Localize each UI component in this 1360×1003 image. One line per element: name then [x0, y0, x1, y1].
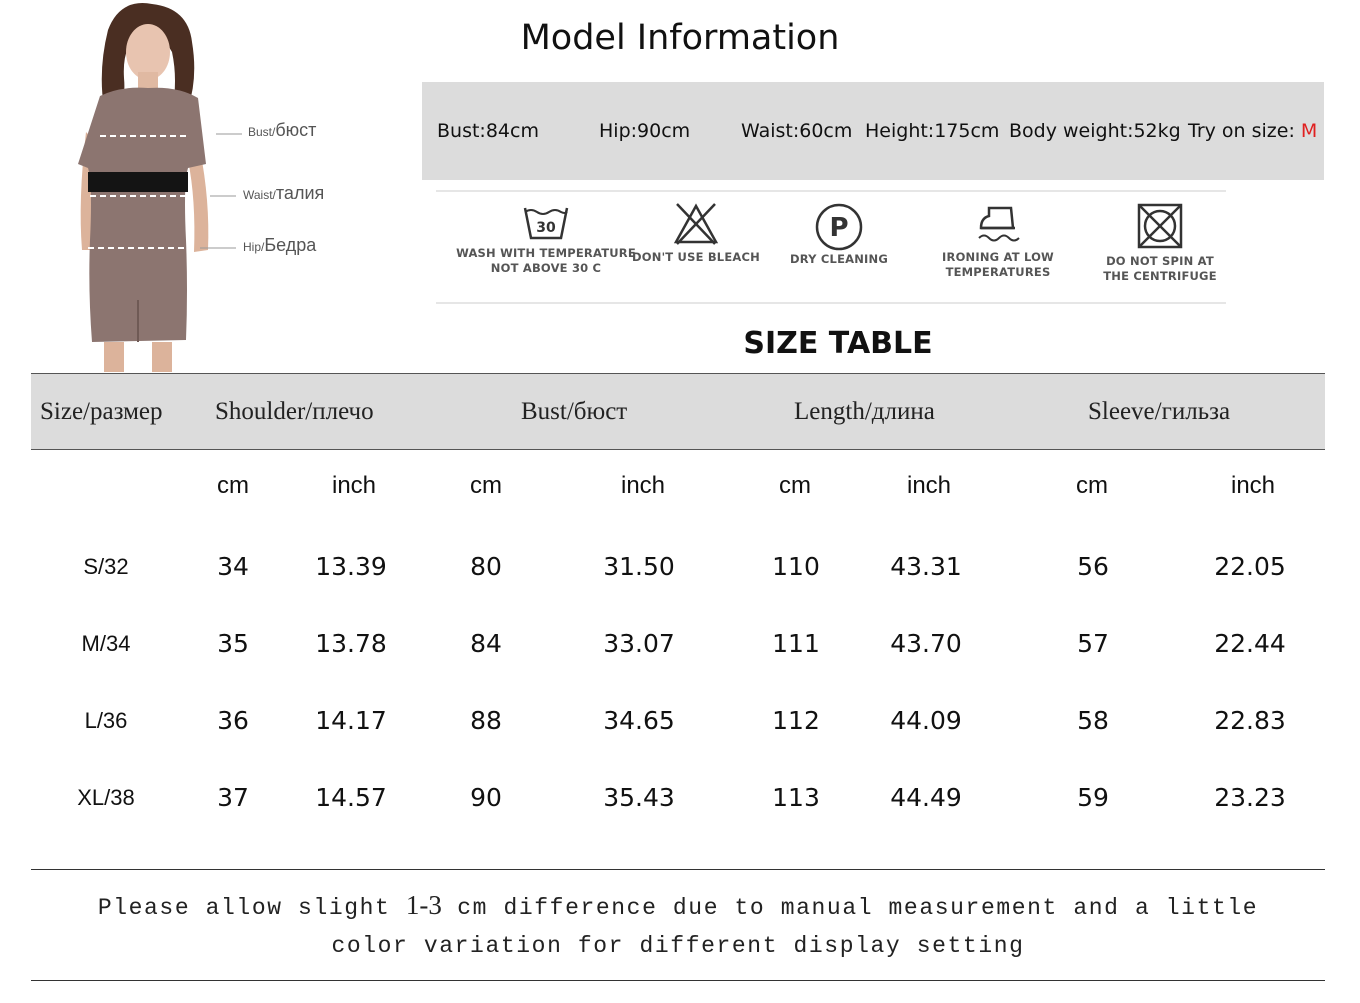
- table-row: L/36 36 14.17 88 34.65 112 44.09 58 22.8…: [31, 706, 1325, 746]
- unit-length-inch: inch: [906, 472, 952, 499]
- bust-label: Bust/бюст: [248, 120, 317, 140]
- cell: 22.05: [1214, 552, 1286, 581]
- care-iron: IRONING AT LOW TEMPERATURES: [933, 202, 1063, 280]
- header-size: Size/размер: [40, 398, 163, 425]
- care-dry-line1: DRY CLEANING: [790, 252, 888, 266]
- no-bleach-icon: [673, 203, 719, 245]
- measurement-note: Please allow slight 1-3 cm difference du…: [31, 886, 1325, 965]
- note-text-start: Please allow slight: [97, 895, 406, 921]
- care-wash-line1: WASH WITH TEMPERATURE: [456, 246, 636, 260]
- info-try-size: Try on size: M: [1188, 120, 1317, 142]
- cell: 31.50: [603, 552, 675, 581]
- cell: 43.31: [890, 552, 962, 581]
- cell: 43.70: [890, 629, 962, 658]
- waist-label: Waist/талия: [243, 183, 325, 203]
- model-figure: Bust/бюст Waist/талия Hip/Бедра: [60, 0, 350, 372]
- care-instructions: 30 WASH WITH TEMPERATURE NOT ABOVE 30 C D…: [436, 190, 1226, 304]
- cell-size: L/36: [84, 708, 128, 733]
- info-waist: Waist:60cm: [741, 120, 853, 142]
- cell: 35.43: [603, 783, 675, 812]
- cell: 56: [1077, 552, 1109, 581]
- wash-temp-number: 30: [536, 220, 556, 236]
- size-table-title: SIZE TABLE: [743, 326, 933, 361]
- unit-shoulder-inch: inch: [331, 472, 377, 499]
- unit-sleeve-inch: inch: [1230, 472, 1276, 499]
- care-dry: P DRY CLEANING: [781, 202, 897, 267]
- cell: 58: [1077, 706, 1109, 735]
- note-text-end: cm difference due to manual measurement …: [441, 895, 1259, 921]
- cell: 90: [470, 783, 502, 812]
- note-range: 1-3: [405, 890, 442, 920]
- unit-length-cm: cm: [779, 472, 811, 499]
- cell: 110: [772, 552, 820, 581]
- table-row: S/32 34 13.39 80 31.50 110 43.31 56 22.0…: [31, 552, 1325, 592]
- table-row: XL/38 37 14.57 90 35.43 113 44.49 59 23.…: [31, 783, 1325, 823]
- info-weight: Body weight:52kg: [1009, 120, 1181, 142]
- try-size-value: M: [1300, 120, 1318, 142]
- try-size-label: Try on size:: [1188, 120, 1301, 142]
- cell: 84: [470, 629, 502, 658]
- unit-bust-cm: cm: [470, 472, 502, 499]
- care-spin-line2: THE CENTRIFUGE: [1103, 269, 1217, 283]
- info-height: Height:175cm: [865, 120, 1000, 142]
- cell: 59: [1077, 783, 1109, 812]
- care-iron-line1: IRONING AT LOW: [942, 250, 1054, 264]
- cell-size: XL/38: [77, 785, 135, 810]
- table-row: M/34 35 13.78 84 33.07 111 43.70 57 22.4…: [31, 629, 1325, 669]
- care-bleach-line1: DON'T USE BLEACH: [632, 250, 760, 264]
- care-wash: 30 WASH WITH TEMPERATURE NOT ABOVE 30 C: [446, 202, 646, 276]
- note-divider-top: [31, 869, 1325, 870]
- cell: 14.57: [315, 783, 387, 812]
- unit-sleeve-cm: cm: [1076, 472, 1108, 499]
- cell: 57: [1077, 629, 1109, 658]
- care-wash-line2: NOT ABOVE 30 C: [490, 261, 602, 275]
- cell: 22.83: [1214, 706, 1286, 735]
- page-title: Model Information: [520, 18, 840, 58]
- care-bleach: DON'T USE BLEACH: [626, 202, 766, 265]
- model-info-bar: Bust:84cm Hip:90cm Waist:60cm Height:175…: [422, 82, 1324, 180]
- hip-label: Hip/Бедра: [243, 235, 317, 255]
- size-table-header: Size/размер Shoulder/плечо Bust/бюст Len…: [31, 373, 1325, 450]
- cell: 13.39: [315, 552, 387, 581]
- note-text-line2: color variation for different display se…: [331, 933, 1025, 959]
- care-spin: DO NOT SPIN AT THE CENTRIFUGE: [1100, 202, 1220, 284]
- cell: 34.65: [603, 706, 675, 735]
- cell: 80: [470, 552, 502, 581]
- no-tumble-dry-icon: [1137, 203, 1183, 249]
- header-sleeve: Sleeve/гильза: [1088, 398, 1231, 425]
- care-iron-line2: TEMPERATURES: [945, 265, 1051, 279]
- cell: 112: [772, 706, 820, 735]
- cell: 14.17: [315, 706, 387, 735]
- cell: 23.23: [1214, 783, 1286, 812]
- note-divider-bottom: [31, 980, 1325, 981]
- cell: 13.78: [315, 629, 387, 658]
- cell: 88: [470, 706, 502, 735]
- cell: 33.07: [603, 629, 675, 658]
- info-hip: Hip:90cm: [599, 120, 691, 142]
- care-spin-line1: DO NOT SPIN AT: [1106, 254, 1214, 268]
- header-bust: Bust/бюст: [521, 398, 628, 425]
- cell-size: S/32: [83, 554, 129, 579]
- cell: 44.49: [890, 783, 962, 812]
- cell-size: M/34: [81, 631, 131, 656]
- dry-clean-p-icon: P: [815, 203, 863, 251]
- cell: 111: [772, 629, 820, 658]
- iron-low-icon: [978, 206, 1020, 242]
- wash-30-icon: 30: [523, 207, 569, 240]
- cell: 44.09: [890, 706, 962, 735]
- cell: 113: [772, 783, 820, 812]
- unit-bust-inch: inch: [620, 472, 666, 499]
- header-length: Length/длина: [794, 398, 935, 425]
- info-bust: Bust:84cm: [437, 120, 539, 142]
- unit-shoulder-cm: cm: [217, 472, 249, 499]
- dry-clean-letter: P: [829, 213, 848, 243]
- cell: 22.44: [1214, 629, 1286, 658]
- header-shoulder: Shoulder/плечо: [215, 398, 374, 425]
